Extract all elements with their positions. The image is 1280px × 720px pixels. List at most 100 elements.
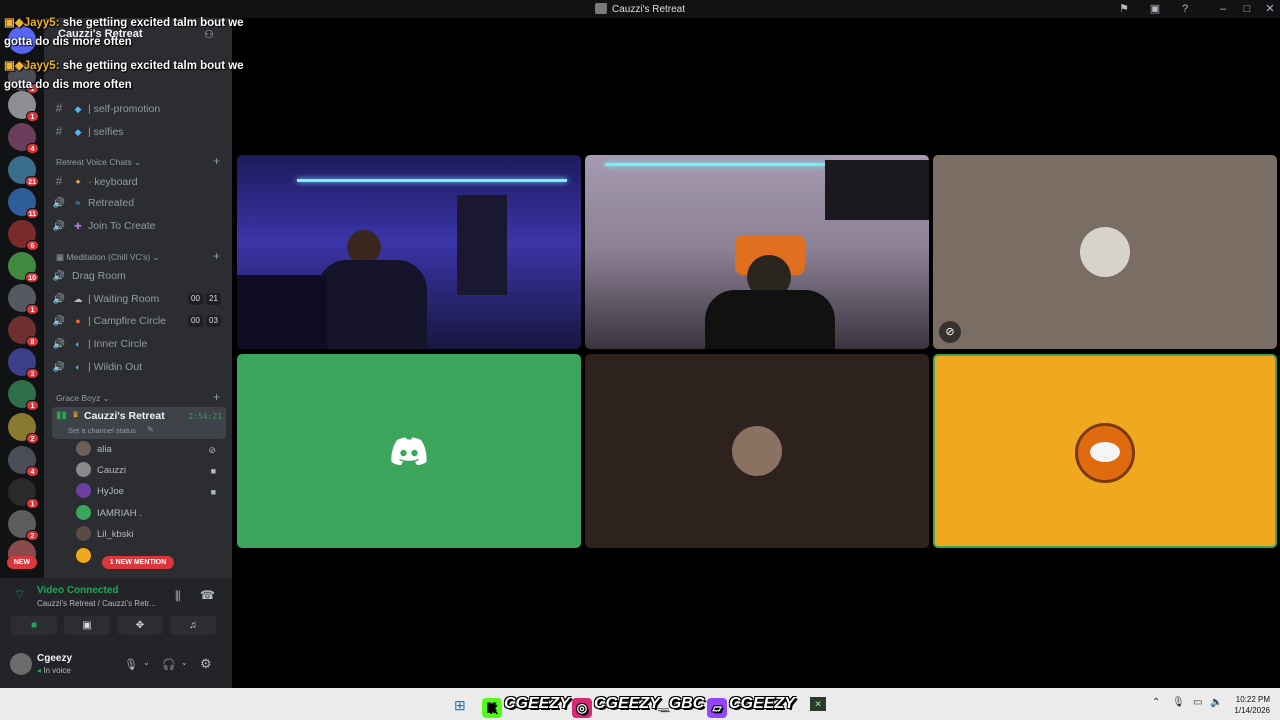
category-grace-boyz[interactable]: Grace Boyz ⌄ — [56, 393, 110, 404]
category-meditation[interactable]: ▦ Meditation (Chill VC's) ⌄ — [56, 252, 160, 263]
voice-member[interactable]: IAMRIAH . — [76, 505, 226, 523]
chevron-down-icon[interactable]: ⌄ — [143, 658, 150, 667]
led-strip — [605, 163, 825, 166]
channel-self-promotion[interactable]: # ◆ | self-promotion — [52, 98, 226, 118]
channel-join-to-create[interactable]: 🔊 ✚ Join To Create — [52, 216, 226, 236]
popout-icon[interactable]: ▣ — [1148, 2, 1162, 16]
channel-keyboard[interactable]: # ✦ · keyboard — [52, 171, 226, 191]
new-badge[interactable]: NEW — [7, 556, 37, 569]
emoji-icon: ☁ — [73, 294, 83, 304]
user-avatar[interactable] — [10, 653, 32, 675]
network-icon[interactable]: ▭ — [1193, 697, 1202, 708]
server-icon[interactable]: 3 — [8, 348, 39, 379]
server-icon[interactable]: 10 — [8, 252, 39, 283]
server-icon[interactable]: 1 — [8, 284, 39, 315]
close-button[interactable]: ✕ — [1263, 2, 1277, 16]
user-name[interactable]: Cgeezy — [37, 653, 72, 664]
activities-button[interactable]: ✥ — [117, 616, 163, 635]
category-retreat-voice[interactable]: Retreat Voice Chats ⌄ — [56, 157, 141, 168]
video-tile[interactable] — [237, 155, 581, 349]
server-icon[interactable]: 21 — [8, 156, 39, 187]
add-channel-icon[interactable]: + — [213, 249, 220, 263]
video-tile[interactable]: ⊘ — [933, 155, 1277, 349]
crown-icon: ♛ — [72, 410, 80, 419]
speaker-icon: 🔊 — [52, 294, 66, 305]
channel-drag-room[interactable]: 🔊 Drag Room — [52, 266, 226, 286]
voice-member[interactable]: alia ⊘ — [76, 441, 226, 459]
screenshare-button[interactable]: ▣ — [64, 616, 110, 635]
microphone-icon[interactable]: 🎙 — [124, 658, 138, 671]
new-mention-pill[interactable]: 1 NEW MENTION — [102, 556, 174, 569]
avatar — [76, 483, 91, 498]
video-tile[interactable] — [237, 354, 581, 548]
channel-icon — [594, 3, 607, 14]
voice-member[interactable]: Lil_kbski — [76, 526, 226, 544]
server-icon[interactable]: 4 — [8, 123, 39, 154]
noise-suppression-icon[interactable]: ⫼ — [175, 589, 181, 604]
hash-icon: # — [55, 101, 63, 115]
gear-icon[interactable]: ⚙ — [200, 656, 212, 672]
kick-handle: K CGEEZY — [482, 692, 570, 718]
system-clock[interactable]: 10:22 PM 1/14/2026 — [1234, 694, 1270, 716]
chevron-down-icon[interactable]: ⌄ — [181, 658, 188, 667]
camera-button[interactable]: ■ — [11, 616, 57, 635]
chat-message: ▣◆Jayy5: she gettiing excited talm bout … — [4, 60, 244, 91]
emoji-icon: ◆ — [74, 127, 82, 137]
voice-member[interactable]: HyJoe ■ — [76, 483, 226, 501]
person-head — [347, 230, 381, 264]
server-icon[interactable]: 2 — [8, 413, 39, 444]
video-tile[interactable] — [585, 155, 929, 349]
channel-campfire-circle[interactable]: 🔊 ● | Campfire Circle 00 03 — [52, 311, 226, 331]
fire-icon: ● — [75, 316, 81, 326]
avatar — [732, 426, 782, 476]
windows-start-icon[interactable]: ⊞ — [454, 697, 466, 714]
hash-icon: # — [55, 124, 63, 138]
channel-inner-circle[interactable]: 🔊 ◐ | Inner Circle — [52, 334, 226, 354]
add-channel-icon[interactable]: + — [213, 154, 220, 168]
help-icon[interactable]: ? — [1178, 2, 1192, 16]
desk — [237, 275, 327, 349]
voice-member[interactable]: Cauzzi ■ — [76, 462, 226, 480]
server-icon[interactable]: 1 — [8, 380, 39, 411]
inbox-icon[interactable]: ⚑ — [1117, 2, 1131, 16]
volume-icon[interactable]: 🔈 — [1210, 697, 1222, 708]
server-icon[interactable]: 8 — [8, 316, 39, 347]
chevron-up-icon[interactable]: ⌃ — [1152, 697, 1160, 708]
person-body — [705, 290, 835, 349]
channel-selfies[interactable]: # ◆ | selfies — [52, 121, 226, 141]
signal-icon[interactable]: ⌔ — [14, 587, 25, 602]
video-tile[interactable] — [585, 354, 929, 548]
channel-wildin-out[interactable]: 🔊 ◐ | Wildin Out — [52, 357, 226, 377]
maximize-button[interactable]: □ — [1240, 2, 1254, 16]
pencil-icon[interactable]: ✎ — [147, 425, 154, 434]
server-icon[interactable]: 11 — [8, 188, 39, 219]
voice-status[interactable]: Video Connected — [37, 585, 119, 596]
video-tile-speaking[interactable] — [933, 354, 1277, 548]
headphones-icon[interactable]: 🎧 — [162, 658, 176, 671]
speaker-icon: 🔊 — [52, 362, 66, 373]
channel-waiting-room[interactable]: 🔊 ☁ | Waiting Room 00 21 — [52, 289, 226, 309]
wave-icon: ◐ — [75, 339, 81, 349]
voice-location[interactable]: Cauzzi's Retreat / Cauzzi's Retr... — [37, 599, 156, 608]
server-icon[interactable]: 2 — [8, 510, 39, 541]
speaker-icon: 🔊 — [52, 198, 66, 209]
speaker-icon: 🔊 — [52, 316, 66, 327]
badge-icon: ▣◆ — [4, 17, 24, 29]
chat-message: ▣◆Jayy5: she gettiing excited talm bout … — [4, 17, 244, 48]
active-voice-channel[interactable]: ▮▮ ♛ Cauzzi's Retreat 2:54:21 Set a chan… — [52, 407, 226, 439]
channel-retreated[interactable]: 🔊 ≈ Retreated — [52, 193, 226, 213]
person-body — [317, 260, 427, 349]
microphone-icon[interactable]: 🎙 — [1172, 697, 1185, 708]
disconnect-icon[interactable]: ☎ — [200, 588, 215, 602]
server-icon[interactable]: 1 — [8, 91, 39, 122]
app-icon[interactable]: ✕ — [810, 697, 826, 711]
channel-status[interactable]: Set a channel status — [68, 426, 136, 435]
server-icon[interactable]: 1 — [8, 478, 39, 509]
minimize-button[interactable]: – — [1216, 2, 1230, 16]
server-icon[interactable]: 6 — [8, 220, 39, 251]
badge-icon: ▣◆ — [4, 60, 24, 72]
server-icon[interactable]: 4 — [8, 446, 39, 477]
soundboard-button[interactable]: ♫ — [170, 616, 216, 635]
add-channel-icon[interactable]: + — [213, 390, 220, 404]
avatar — [76, 526, 91, 541]
